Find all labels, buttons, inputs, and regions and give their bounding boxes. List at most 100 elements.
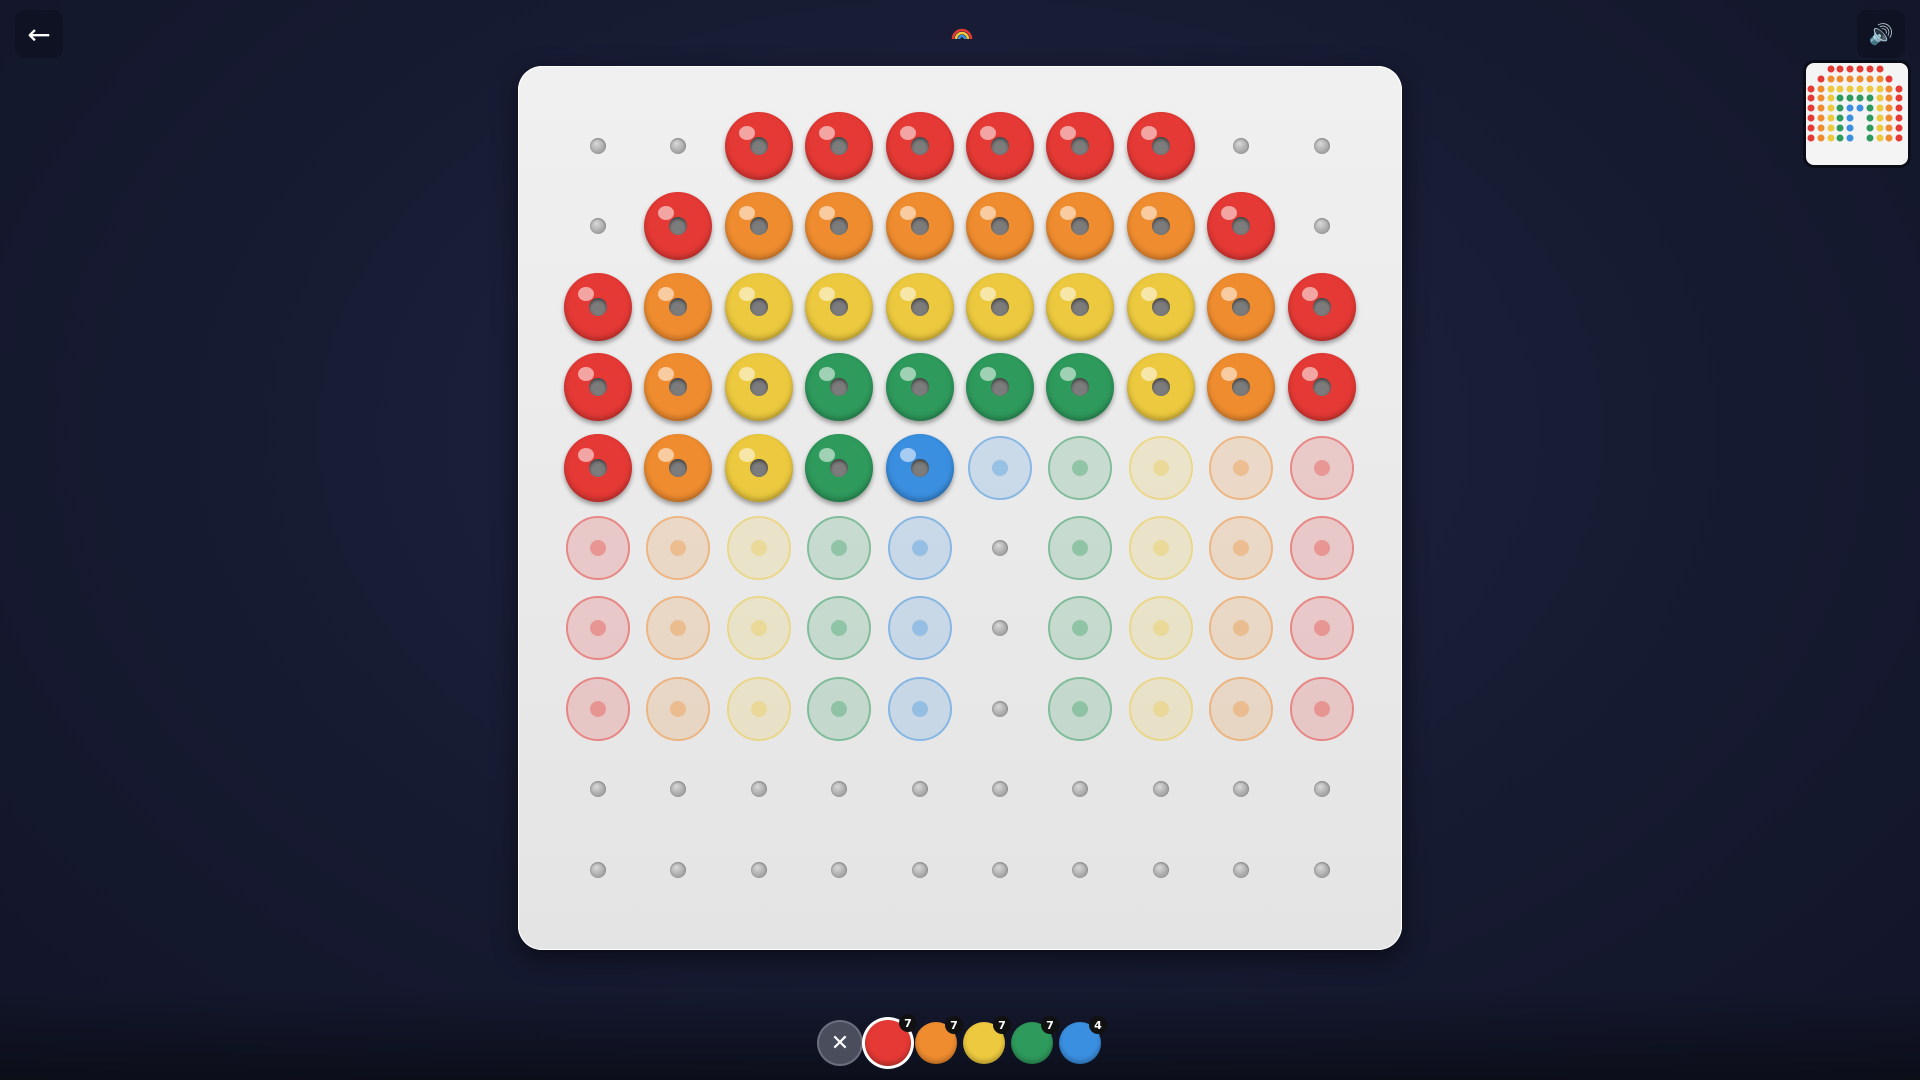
- board-cell[interactable]: [1282, 749, 1362, 829]
- board-cell[interactable]: [960, 749, 1040, 829]
- board-cell[interactable]: [880, 749, 960, 829]
- yellow-color-swatch[interactable]: 7: [963, 1016, 1011, 1064]
- board-cell[interactable]: [1282, 267, 1362, 347]
- board-cell[interactable]: [1121, 749, 1201, 829]
- orange-color-swatch[interactable]: 7: [915, 1016, 963, 1064]
- board-cell[interactable]: [558, 186, 638, 266]
- board-cell[interactable]: [1201, 669, 1281, 749]
- board-cell[interactable]: [1040, 749, 1120, 829]
- board-cell[interactable]: [1201, 508, 1281, 588]
- blue-color-swatch[interactable]: 4: [1059, 1016, 1107, 1064]
- board-cell[interactable]: [880, 830, 960, 910]
- board-cell[interactable]: [1040, 508, 1120, 588]
- board-cell[interactable]: [1201, 267, 1281, 347]
- board-cell[interactable]: [1121, 830, 1201, 910]
- board-cell[interactable]: [1040, 186, 1120, 266]
- board-cell[interactable]: [719, 830, 799, 910]
- board-cell[interactable]: [880, 267, 960, 347]
- board-cell[interactable]: [638, 830, 718, 910]
- board-cell[interactable]: [880, 106, 960, 186]
- target-pattern-preview[interactable]: [1806, 63, 1908, 165]
- board-cell[interactable]: [880, 428, 960, 508]
- board-cell[interactable]: [638, 749, 718, 829]
- board-cell[interactable]: [960, 669, 1040, 749]
- back-button[interactable]: ←: [15, 10, 63, 58]
- board-cell[interactable]: [799, 669, 879, 749]
- board-cell[interactable]: [1040, 588, 1120, 668]
- board-cell[interactable]: [1282, 669, 1362, 749]
- board-cell[interactable]: [638, 347, 718, 427]
- board-cell[interactable]: [799, 106, 879, 186]
- board-cell[interactable]: [1282, 347, 1362, 427]
- board-cell[interactable]: [799, 267, 879, 347]
- board-cell[interactable]: [799, 186, 879, 266]
- board-cell[interactable]: [638, 106, 718, 186]
- board-cell[interactable]: [1201, 106, 1281, 186]
- board-cell[interactable]: [1040, 267, 1120, 347]
- board-cell[interactable]: [880, 588, 960, 668]
- board-cell[interactable]: [1121, 588, 1201, 668]
- board-cell[interactable]: [1121, 508, 1201, 588]
- board-cell[interactable]: [1282, 186, 1362, 266]
- board-cell[interactable]: [1040, 830, 1120, 910]
- board-cell[interactable]: [1040, 347, 1120, 427]
- board-cell[interactable]: [1040, 669, 1120, 749]
- board-cell[interactable]: [799, 428, 879, 508]
- board-cell[interactable]: [960, 267, 1040, 347]
- board-cell[interactable]: [1121, 669, 1201, 749]
- board-cell[interactable]: [1201, 588, 1281, 668]
- eraser-button[interactable]: ✕: [819, 1022, 861, 1064]
- board-cell[interactable]: [799, 749, 879, 829]
- board-cell[interactable]: [1121, 186, 1201, 266]
- board-cell[interactable]: [799, 588, 879, 668]
- board-cell[interactable]: [1201, 347, 1281, 427]
- board-cell[interactable]: [558, 347, 638, 427]
- board-cell[interactable]: [960, 508, 1040, 588]
- board-cell[interactable]: [1201, 749, 1281, 829]
- board-cell[interactable]: [638, 669, 718, 749]
- board-cell[interactable]: [558, 106, 638, 186]
- board-cell[interactable]: [880, 347, 960, 427]
- board-cell[interactable]: [719, 106, 799, 186]
- board-cell[interactable]: [1201, 428, 1281, 508]
- board-cell[interactable]: [719, 508, 799, 588]
- board-cell[interactable]: [719, 347, 799, 427]
- board-cell[interactable]: [1040, 428, 1120, 508]
- board-cell[interactable]: [558, 830, 638, 910]
- green-color-swatch[interactable]: 7: [1011, 1016, 1059, 1064]
- board-cell[interactable]: [960, 830, 1040, 910]
- board-cell[interactable]: [960, 186, 1040, 266]
- board-cell[interactable]: [880, 508, 960, 588]
- board-cell[interactable]: [1121, 106, 1201, 186]
- board-cell[interactable]: [558, 588, 638, 668]
- board-cell[interactable]: [719, 749, 799, 829]
- board-cell[interactable]: [558, 428, 638, 508]
- board-cell[interactable]: [799, 508, 879, 588]
- board-cell[interactable]: [960, 106, 1040, 186]
- board-cell[interactable]: [1282, 588, 1362, 668]
- board-cell[interactable]: [719, 669, 799, 749]
- board-cell[interactable]: [880, 669, 960, 749]
- board-cell[interactable]: [558, 267, 638, 347]
- board-cell[interactable]: [719, 186, 799, 266]
- board-cell[interactable]: [638, 267, 718, 347]
- board-cell[interactable]: [558, 508, 638, 588]
- board-cell[interactable]: [719, 428, 799, 508]
- board-cell[interactable]: [719, 267, 799, 347]
- board-cell[interactable]: [799, 830, 879, 910]
- red-color-swatch[interactable]: 7: [865, 1014, 917, 1066]
- sound-toggle-button[interactable]: 🔊: [1857, 10, 1905, 58]
- board-cell[interactable]: [1282, 508, 1362, 588]
- board-cell[interactable]: [1040, 106, 1120, 186]
- board-cell[interactable]: [1282, 428, 1362, 508]
- board-cell[interactable]: [1121, 267, 1201, 347]
- board-cell[interactable]: [1121, 347, 1201, 427]
- board-cell[interactable]: [638, 508, 718, 588]
- board-cell[interactable]: [1201, 186, 1281, 266]
- board-cell[interactable]: [638, 186, 718, 266]
- board-cell[interactable]: [638, 588, 718, 668]
- board-cell[interactable]: [1121, 428, 1201, 508]
- board-cell[interactable]: [558, 749, 638, 829]
- board-cell[interactable]: [1201, 830, 1281, 910]
- board-cell[interactable]: [960, 588, 1040, 668]
